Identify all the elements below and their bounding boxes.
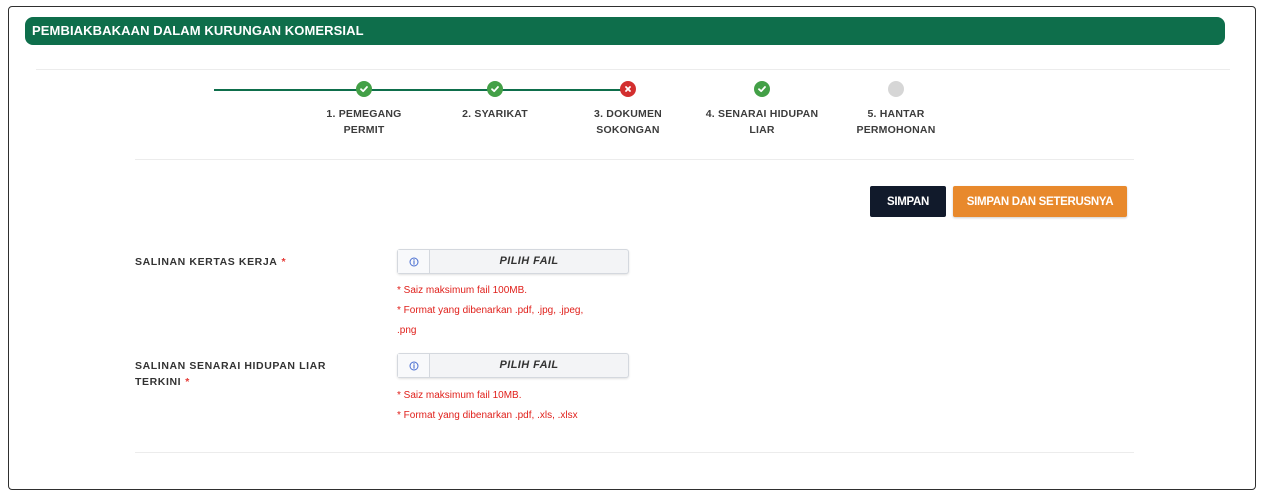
step-4-label[interactable]: 4. SENARAI HIDUPAN LIAR	[697, 106, 827, 138]
form-bottom-divider	[135, 452, 1134, 453]
kertas-kerja-format-hint-cont: .png	[397, 325, 417, 336]
step-4-check-icon[interactable]	[754, 81, 770, 97]
stepper-progress-line	[214, 89, 634, 91]
choose-file-button[interactable]: PILIH FAIL	[430, 354, 628, 377]
kertas-kerja-format-hint: * Format yang dibenarkan .pdf, .jpg, .jp…	[397, 305, 584, 316]
info-icon[interactable]	[398, 250, 430, 273]
step-3-x-icon[interactable]	[620, 81, 636, 97]
step-5-label[interactable]: 5. HANTAR PERMOHONAN	[831, 106, 961, 138]
required-mark: *	[185, 376, 190, 388]
choose-file-button[interactable]: PILIH FAIL	[430, 250, 628, 273]
senarai-hidupan-file-picker[interactable]: PILIH FAIL	[397, 353, 629, 378]
step-2-label[interactable]: 2. SYARIKAT	[430, 106, 560, 122]
required-mark: *	[281, 256, 287, 268]
step-2-check-icon[interactable]	[487, 81, 503, 97]
header-divider	[36, 69, 1230, 70]
step-3-label[interactable]: 3. DOKUMEN SOKONGAN	[563, 106, 693, 138]
kertas-kerja-size-hint: * Saiz maksimum fail 100MB.	[397, 285, 528, 296]
page-frame	[8, 6, 1256, 490]
senarai-hidupan-format-hint: * Format yang dibenarkan .pdf, .xls, .xl…	[397, 410, 578, 421]
kertas-kerja-file-picker[interactable]: PILIH FAIL	[397, 249, 629, 274]
senarai-hidupan-label: SALINAN SENARAI HIDUPAN LIAR TERKINI *	[135, 360, 327, 388]
save-and-continue-button[interactable]: SIMPAN DAN SETERUSNYA	[953, 186, 1127, 217]
step-1-check-icon[interactable]	[356, 81, 372, 97]
page-title: PEMBIAKBAKAAN DALAM KURUNGAN KOMERSIAL	[25, 17, 1225, 45]
step-1-label[interactable]: 1. PEMEGANG PERMIT	[299, 106, 429, 138]
step-5-empty-circle-icon[interactable]	[888, 81, 904, 97]
senarai-hidupan-size-hint: * Saiz maksimum fail 10MB.	[397, 390, 522, 401]
info-icon[interactable]	[398, 354, 430, 377]
kertas-kerja-label: SALINAN KERTAS KERJA *	[135, 256, 287, 268]
stepper-divider	[135, 159, 1134, 160]
save-button[interactable]: SIMPAN	[870, 186, 946, 217]
